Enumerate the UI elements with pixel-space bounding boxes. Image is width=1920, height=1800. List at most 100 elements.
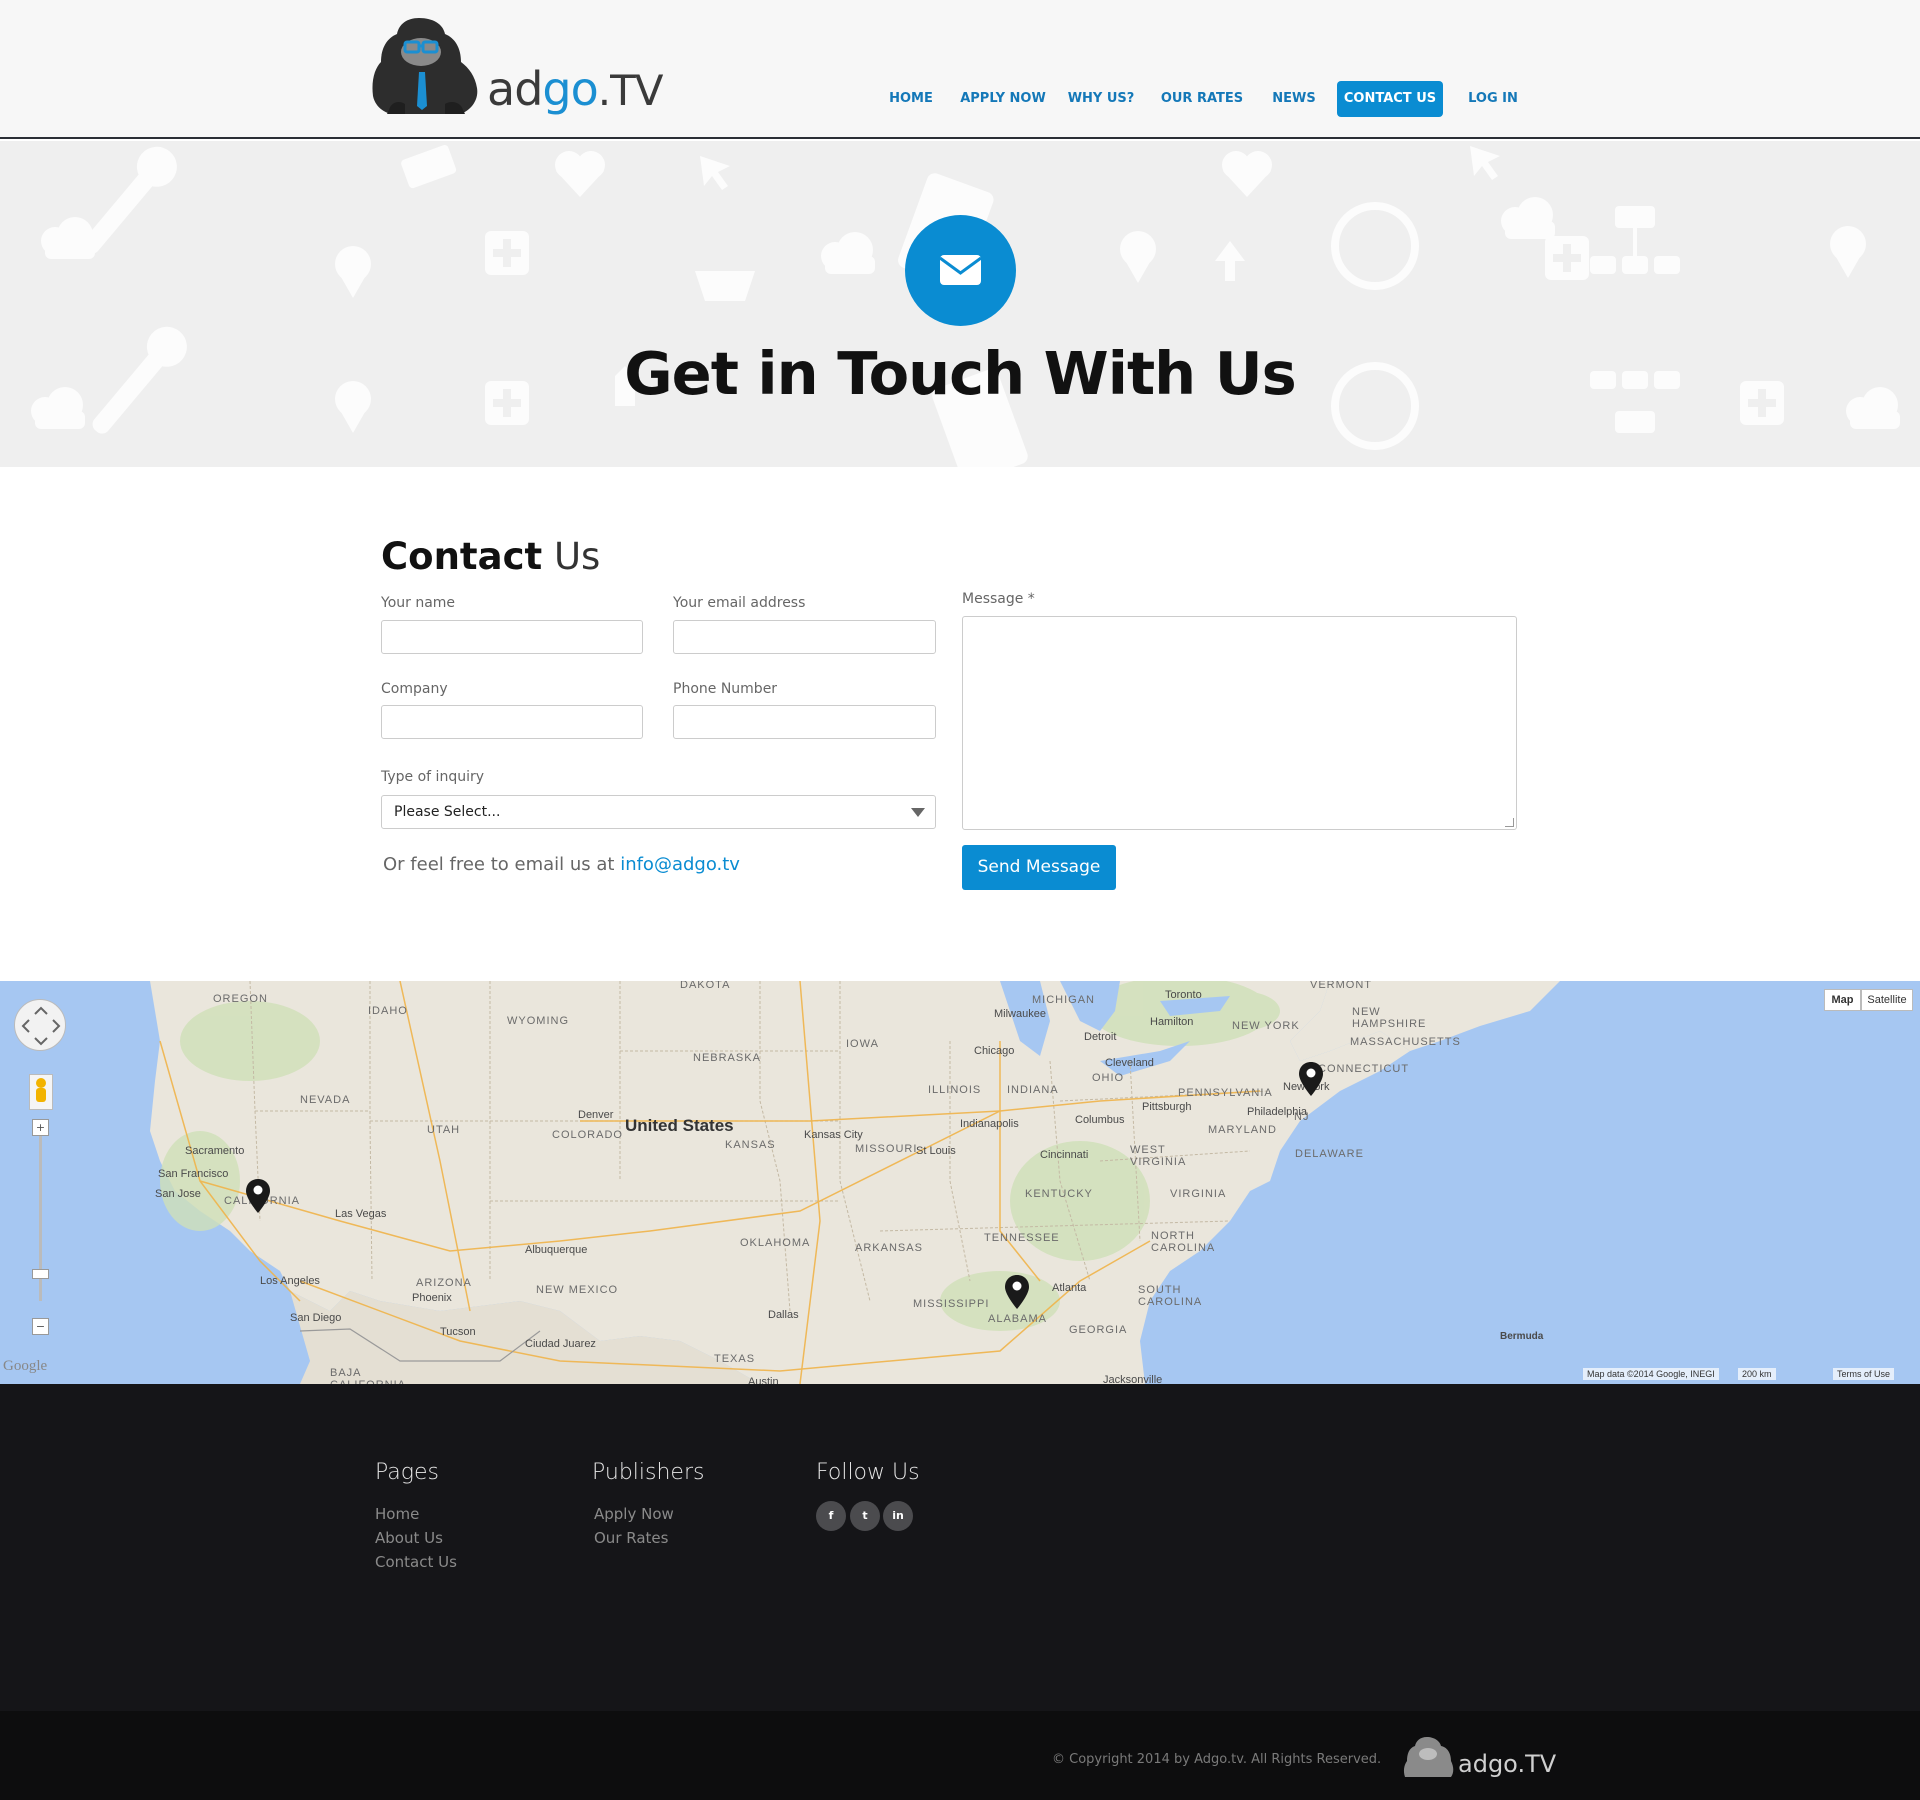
facebook-icon[interactable]: f — [816, 1501, 846, 1531]
map-type-map-button[interactable]: Map — [1824, 989, 1861, 1011]
nav-log-in[interactable]: LOG IN — [1460, 81, 1526, 117]
map-pin-icon[interactable] — [246, 1179, 270, 1213]
map-label-kansas: KANSAS — [725, 1139, 776, 1151]
map-city-tucson: Tucson — [440, 1326, 476, 1338]
email-input[interactable] — [673, 620, 936, 654]
map-city-philadelphia: Philadelphia — [1247, 1106, 1307, 1118]
nav-why-us[interactable]: WHY US? — [1064, 81, 1138, 117]
footer-pages-title: Pages — [375, 1460, 439, 1485]
email-note-text: Or feel free to email us at — [383, 854, 621, 875]
map-city-kansas-city: Kansas City — [804, 1129, 863, 1141]
copyright-text: © Copyright 2014 by Adgo.tv. All Rights … — [1052, 1752, 1382, 1767]
name-label: Your name — [381, 595, 456, 611]
map-city-phoenix: Phoenix — [412, 1292, 452, 1304]
email-link[interactable]: info@adgo.tv — [620, 854, 740, 875]
map-label-arizona: ARIZONA — [416, 1277, 472, 1289]
map-label-mississippi: MISSISSIPPI — [913, 1298, 990, 1310]
resize-handle-icon[interactable] — [1505, 818, 1514, 827]
map-city-san-jose: San Jose — [155, 1188, 201, 1200]
map-city-indianapolis: Indianapolis — [960, 1118, 1019, 1130]
nav-apply-now[interactable]: APPLY NOW — [958, 81, 1048, 117]
zoom-in-button[interactable]: + — [32, 1119, 49, 1136]
inquiry-label: Type of inquiry — [381, 769, 485, 785]
map-city-st-louis: St Louis — [916, 1145, 956, 1157]
hero-envelope-badge — [905, 215, 1016, 326]
main-nav: HOME APPLY NOW WHY US? OUR RATES NEWS CO… — [0, 81, 1920, 117]
map-label-pennsylvania: PENNSYLVANIA — [1178, 1087, 1273, 1099]
pegman-icon[interactable] — [29, 1074, 53, 1110]
map-pan-control[interactable] — [14, 999, 66, 1051]
map-label-south-carolina: SOUTH CAROLINA — [1138, 1284, 1203, 1308]
map-label-utah: UTAH — [427, 1124, 461, 1136]
map-label-vermont: VERMONT — [1310, 981, 1372, 991]
map-label-north-carolina: NORTH CAROLINA — [1151, 1230, 1216, 1254]
map-pin-icon[interactable] — [1299, 1062, 1323, 1096]
company-label: Company — [381, 681, 448, 697]
email-label: Your email address — [673, 595, 806, 611]
map-attribution: Map data ©2014 Google, INEGI — [1583, 1368, 1719, 1380]
nav-our-rates[interactable]: OUR RATES — [1156, 81, 1248, 117]
map-label-new-mexico: NEW MEXICO — [536, 1284, 619, 1296]
company-input[interactable] — [381, 705, 643, 739]
map-city-bermuda: Bermuda — [1500, 1331, 1544, 1342]
map-terrain — [150, 981, 1560, 1384]
message-label: Message * — [962, 591, 1035, 607]
map-label-new-hampshire: NEW HAMPSHIRE — [1352, 1006, 1427, 1030]
map-city-san-diego: San Diego — [290, 1312, 342, 1324]
map-label-idaho: IDAHO — [368, 1005, 408, 1017]
twitter-icon[interactable]: t — [850, 1501, 880, 1531]
linkedin-icon[interactable]: in — [883, 1501, 913, 1531]
map-terms-link[interactable]: Terms of Use — [1833, 1368, 1895, 1380]
location-map[interactable]: DAKOTA OREGON IDAHO WYOMING NEVADA UTAH … — [0, 981, 1920, 1384]
map-label-dakota: DAKOTA — [680, 981, 731, 991]
site-footer — [0, 1384, 1920, 1711]
map-city-columbus: Columbus — [1075, 1114, 1125, 1126]
map-country-label: United States — [625, 1116, 734, 1135]
zoom-out-button[interactable]: − — [32, 1318, 49, 1335]
map-label-georgia: GEORGIA — [1069, 1324, 1128, 1336]
map-city-ciudad-juarez: Ciudad Juarez — [525, 1338, 596, 1350]
zoom-slider-handle[interactable] — [32, 1269, 49, 1279]
map-pin-icon[interactable] — [1005, 1275, 1029, 1309]
map-label-oregon: OREGON — [213, 993, 268, 1005]
map-label-colorado: COLORADO — [552, 1129, 623, 1141]
map-label-wyoming: WYOMING — [507, 1015, 569, 1027]
footer-link-home[interactable]: Home — [375, 1505, 419, 1523]
map-city-denver: Denver — [578, 1109, 614, 1121]
nav-news[interactable]: NEWS — [1266, 81, 1322, 117]
map-label-arkansas: ARKANSAS — [855, 1242, 923, 1254]
map-city-cincinnati: Cincinnati — [1040, 1149, 1089, 1161]
footer-link-our-rates[interactable]: Our Rates — [594, 1529, 668, 1547]
nav-contact-us[interactable]: CONTACT US — [1337, 81, 1443, 117]
map-city-jacksonville: Jacksonville — [1103, 1374, 1163, 1384]
inquiry-select[interactable]: Please Select... — [381, 795, 936, 829]
map-label-oklahoma: OKLAHOMA — [740, 1237, 811, 1249]
map-label-massachusetts: MASSACHUSETTS — [1350, 1036, 1461, 1048]
map-label-alabama: ALABAMA — [988, 1313, 1047, 1325]
map-type-satellite-button[interactable]: Satellite — [1861, 989, 1913, 1011]
google-logo[interactable]: Google — [3, 1358, 47, 1375]
map-city-chicago: Chicago — [974, 1045, 1015, 1057]
gorilla-icon — [1403, 1737, 1454, 1777]
map-label-new-york: NEW YORK — [1232, 1020, 1300, 1032]
footer-link-about-us[interactable]: About Us — [375, 1529, 443, 1547]
inquiry-select-value: Please Select... — [394, 804, 501, 820]
map-label-iowa: IOWA — [846, 1038, 879, 1050]
map-label-delaware: DELAWARE — [1295, 1148, 1364, 1160]
map-city-detroit: Detroit — [1084, 1031, 1117, 1043]
map-city-milwaukee: Milwaukee — [994, 1008, 1046, 1020]
send-message-button[interactable]: Send Message — [962, 845, 1116, 890]
nav-home[interactable]: HOME — [880, 81, 942, 117]
footer-logo[interactable]: adgo.TV — [1403, 1733, 1556, 1788]
map-label-indiana: INDIANA — [1007, 1084, 1059, 1096]
footer-link-contact-us[interactable]: Contact Us — [375, 1553, 457, 1571]
footer-publishers-title: Publishers — [592, 1460, 705, 1485]
map-label-maryland: MARYLAND — [1208, 1124, 1277, 1136]
chevron-down-icon — [911, 808, 925, 817]
name-input[interactable] — [381, 620, 643, 654]
phone-input[interactable] — [673, 705, 936, 739]
map-label-tennessee: TENNESSEE — [984, 1232, 1060, 1244]
message-textarea[interactable] — [962, 616, 1517, 830]
map-city-toronto: Toronto — [1165, 989, 1202, 1001]
footer-link-apply-now[interactable]: Apply Now — [594, 1505, 674, 1523]
